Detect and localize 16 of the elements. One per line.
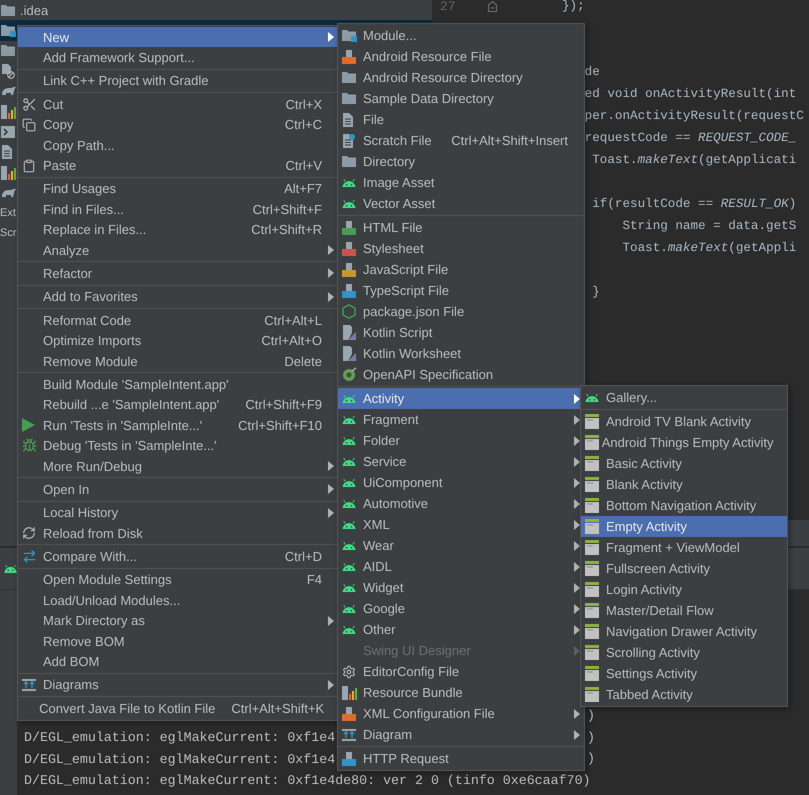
code-line: if(resultCode == RESULT_OK): [591, 197, 798, 211]
log-line: ): [587, 730, 595, 745]
code-line: Toast.makeText(getApplicati: [591, 153, 798, 167]
log-line: D/EGL_emulation: eglMakeCurrent: 0xf1e4de80: ver 2 0 (tinfo 0xe6caaf70): [24, 772, 591, 788]
log-line: ): [587, 708, 595, 724]
code-line: }: [591, 285, 601, 299]
code-line: Toast.makeText(getAppli: [621, 241, 798, 255]
log-line: D/EGL_emulation: eglMakeCurrent: 0xf1e4: [24, 752, 336, 767]
log-line: ): [587, 751, 595, 766]
log-line: D/EGL_emulation: eglMakeCurrent: 0xf1e4: [24, 730, 336, 746]
code-line: ed void onActivityResult(int: [584, 87, 798, 101]
code-line: String name = data.getS: [621, 219, 798, 233]
code-line: });: [562, 0, 586, 13]
code-line: per.onActivityResult(requestC: [584, 109, 805, 123]
line-number: 27: [440, 0, 456, 14]
code-line: de: [584, 65, 601, 79]
